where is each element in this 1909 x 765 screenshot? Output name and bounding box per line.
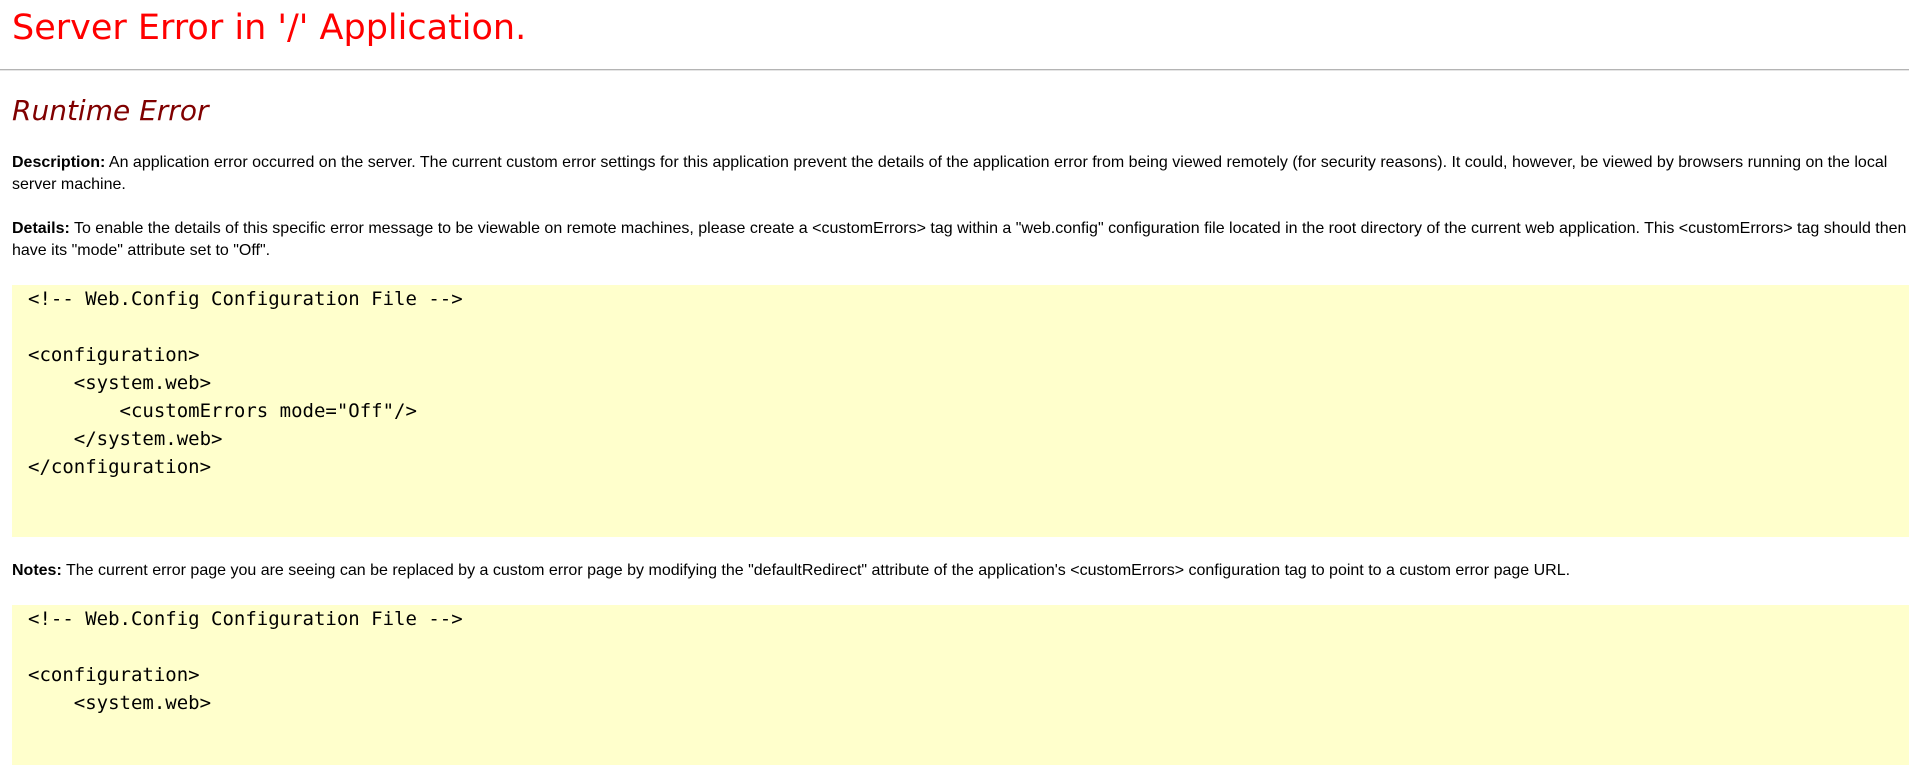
details-label: Details: — [12, 220, 70, 237]
notes-label: Notes: — [12, 562, 62, 579]
description-text: An application error occurred on the ser… — [12, 154, 1888, 193]
error-subtitle: Runtime Error — [12, 94, 209, 127]
details-paragraph: Details: To enable the details of this s… — [12, 218, 1909, 262]
notes-text: The current error page you are seeing ca… — [61, 562, 1571, 579]
details-text: To enable the details of this specific e… — [12, 220, 1907, 259]
config-code-block: <!-- Web.Config Configuration File --> <… — [12, 285, 1909, 537]
notes-paragraph: Notes: The current error page you are se… — [12, 560, 1909, 582]
description-label: Description: — [12, 154, 106, 171]
page-title: Server Error in '/' Application. — [12, 8, 527, 48]
title-divider — [0, 69, 1909, 71]
description-paragraph: Description: An application error occurr… — [12, 152, 1909, 196]
redirect-code-block: <!-- Web.Config Configuration File --> <… — [12, 605, 1909, 765]
